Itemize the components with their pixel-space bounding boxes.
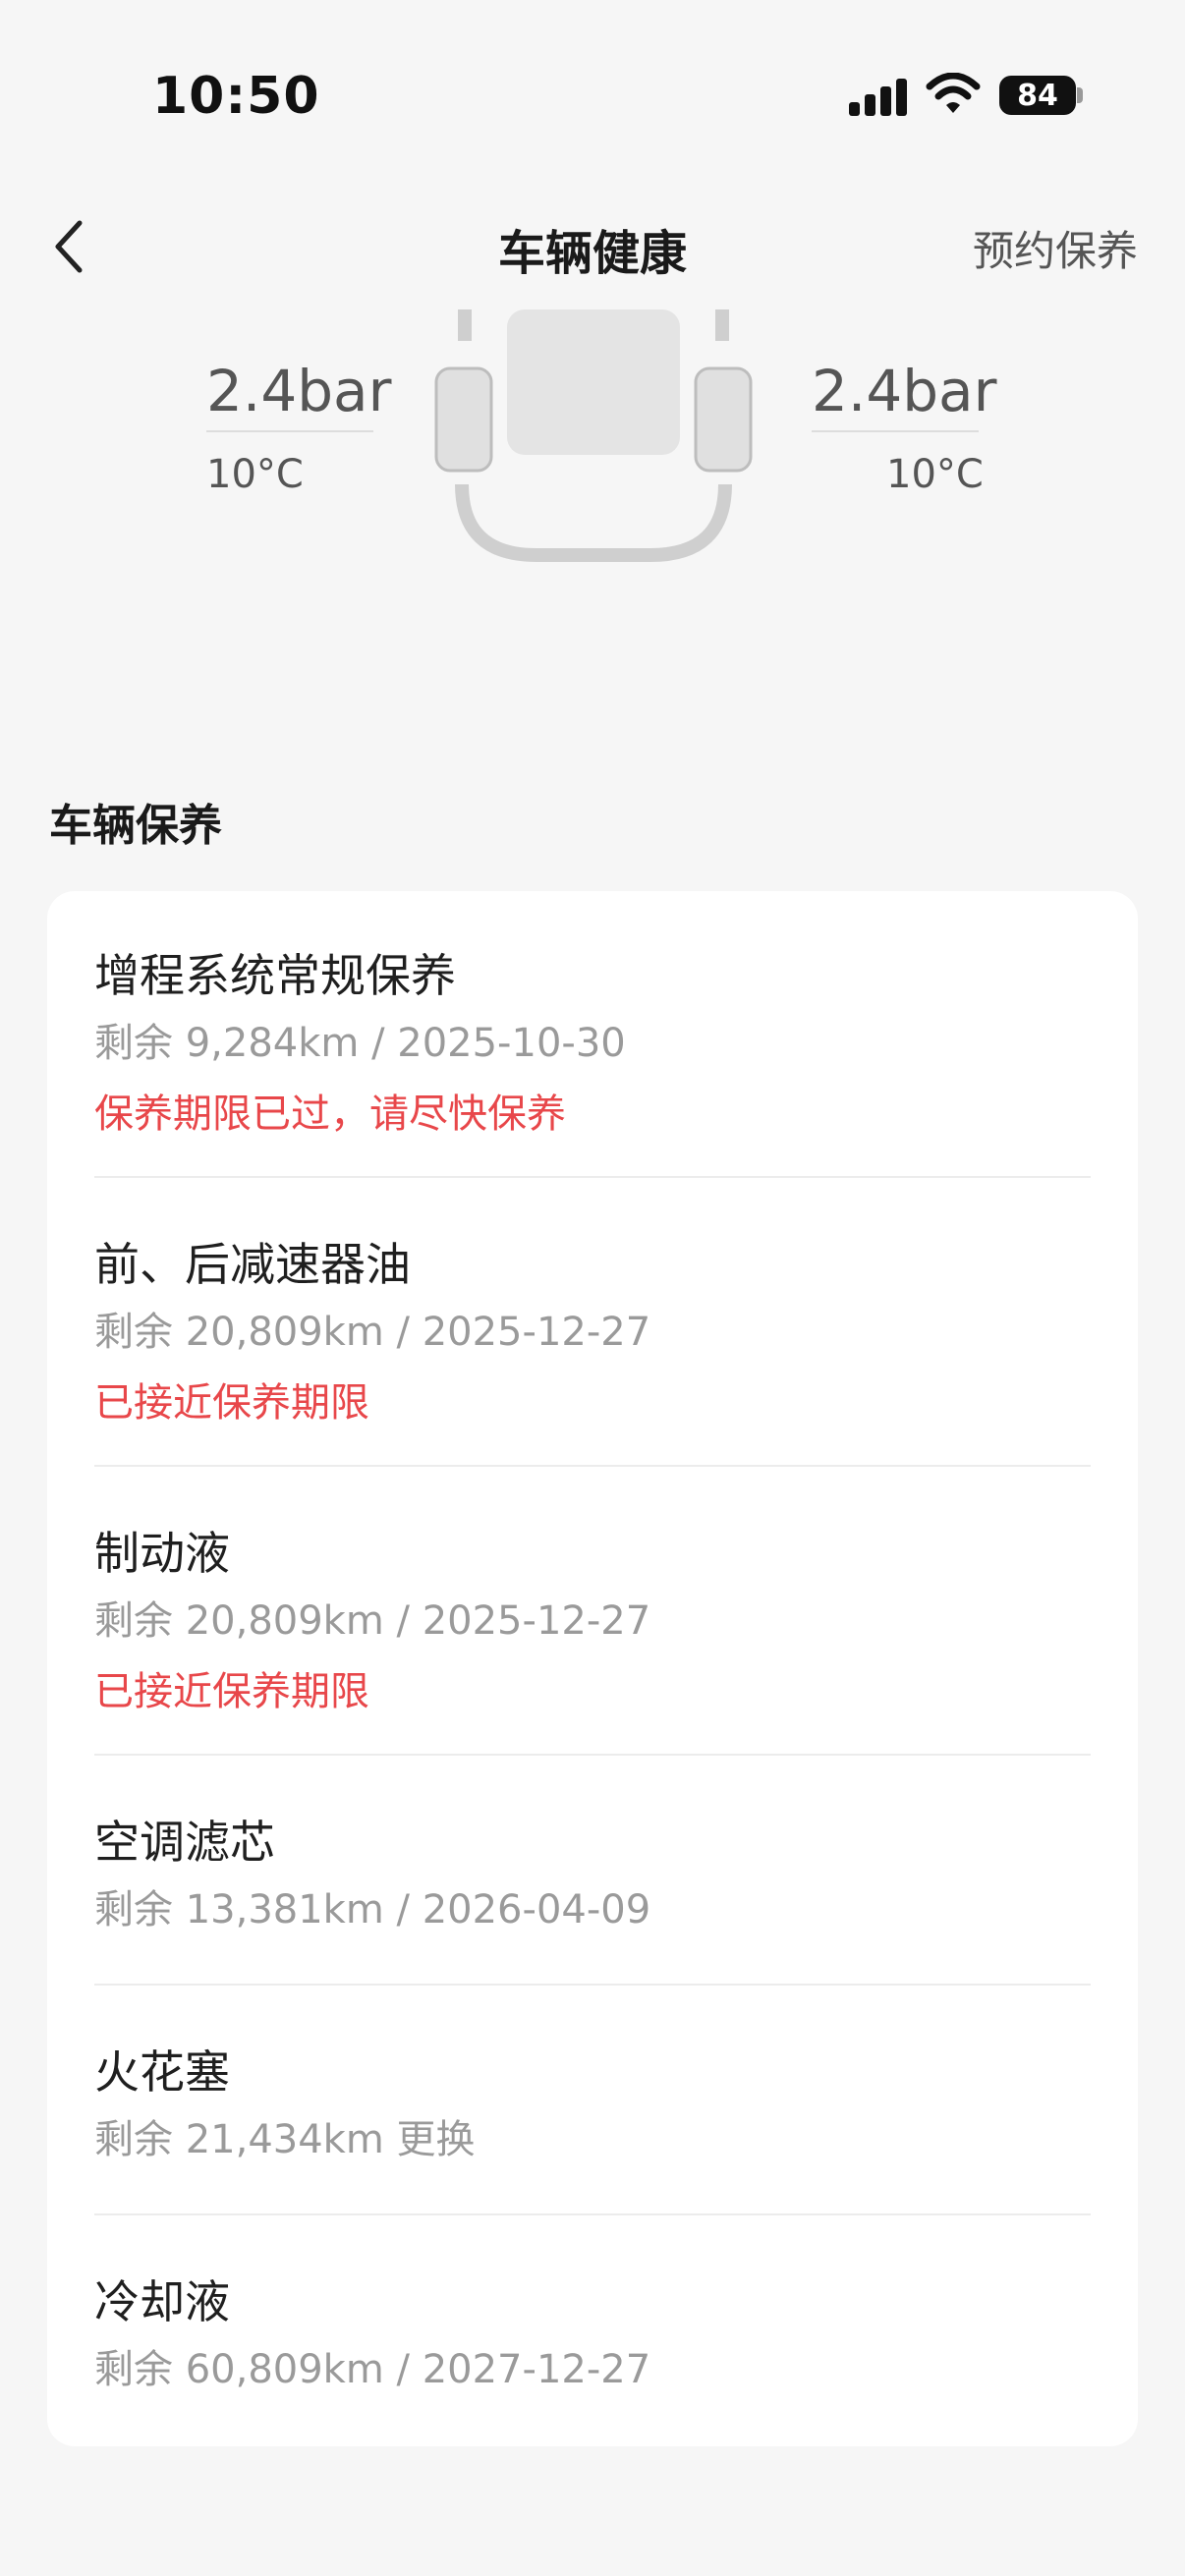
item-detail: 剩余 13,381km / 2026-04-09 [94, 1887, 651, 1932]
wifi-icon [926, 73, 981, 113]
divider [94, 1754, 1091, 1756]
item-detail: 剩余 9,284km / 2025-10-30 [94, 1021, 626, 1066]
maintenance-item[interactable]: 制动液 剩余 20,809km / 2025-12-27 已接近保养期限 [94, 1524, 1091, 1718]
item-warning: 已接近保养期限 [94, 1669, 369, 1714]
cellular-signal-icon [849, 79, 908, 116]
back-button[interactable] [44, 212, 93, 281]
chevron-left-icon [55, 220, 83, 273]
battery-icon: 84 [999, 76, 1076, 115]
left-tire-pressure: 2.4bar [206, 358, 391, 432]
right-tire-temp: 10°C [886, 452, 984, 497]
maintenance-item[interactable]: 空调滤芯 剩余 13,381km / 2026-04-09 [94, 1813, 1091, 1936]
item-warning: 已接近保养期限 [94, 1380, 369, 1426]
battery-level: 84 [1017, 78, 1058, 113]
battery-tip [1077, 87, 1083, 103]
divider [94, 1984, 1091, 1986]
item-name: 制动液 [94, 1527, 230, 1580]
item-name: 冷却液 [94, 2275, 230, 2328]
item-detail: 剩余 20,809km / 2025-12-27 [94, 1310, 651, 1355]
item-detail: 剩余 20,809km / 2025-12-27 [94, 1598, 651, 1644]
left-tire-temp: 10°C [206, 452, 304, 497]
maintenance-item[interactable]: 前、后减速器油 剩余 20,809km / 2025-12-27 已接近保养期限 [94, 1235, 1091, 1429]
status-time: 10:50 [152, 67, 320, 126]
divider [94, 2213, 1091, 2215]
book-maintenance-button[interactable]: 预约保养 [973, 218, 1138, 278]
maintenance-item[interactable]: 火花塞 剩余 21,434km 更换 [94, 2043, 1091, 2166]
maintenance-item[interactable]: 冷却液 剩余 60,809km / 2027-12-27 [94, 2272, 1091, 2396]
car-rear-diagram [434, 309, 753, 562]
rear-left-tire [434, 366, 493, 473]
divider [94, 1176, 1091, 1178]
item-name: 火花塞 [94, 2045, 230, 2099]
maintenance-card: 增程系统常规保养 剩余 9,284km / 2025-10-30 保养期限已过，… [47, 891, 1138, 2446]
item-detail: 剩余 60,809km / 2027-12-27 [94, 2347, 651, 2392]
item-name: 前、后减速器油 [94, 1238, 411, 1291]
maintenance-item[interactable]: 增程系统常规保养 剩余 9,284km / 2025-10-30 保养期限已过，… [94, 946, 1091, 1141]
item-detail: 剩余 21,434km 更换 [94, 2117, 476, 2162]
divider [94, 1465, 1091, 1467]
rear-right-tire [694, 366, 753, 473]
right-tire-pressure: 2.4bar [812, 358, 996, 432]
maintenance-section-title: 车辆保养 [49, 801, 222, 851]
item-name: 空调滤芯 [94, 1816, 275, 1869]
item-name: 增程系统常规保养 [94, 949, 456, 1002]
vehicle-health-page: 10:50 84 车辆健康 预约保养 2.4bar 10°C 2.4bar 10… [0, 0, 1185, 2576]
item-warning: 保养期限已过，请尽快保养 [94, 1092, 566, 1137]
